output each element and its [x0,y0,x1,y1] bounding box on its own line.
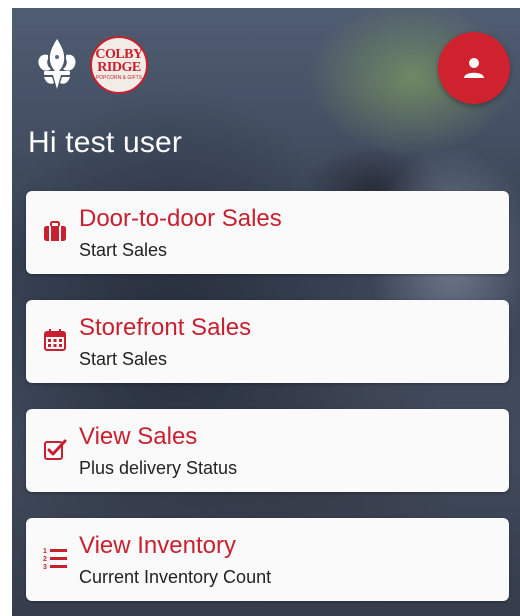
logo-text-line2: RIDGE [97,60,141,75]
calendar-icon [44,329,66,351]
app-screen: COLBY RIDGE POPCORN & GIFTS Hi test user… [12,8,520,616]
menu-card-title: Storefront Sales [79,314,252,341]
menu-card-title: View Inventory [79,532,236,559]
logo-tagline: POPCORN & GIFTS [95,75,143,81]
checkbox-icon [44,439,67,460]
menu-card-subtitle: Plus delivery Status [79,458,238,478]
menu-card-title: Door-to-door Sales [79,205,282,232]
menu-card-storefront-sales[interactable]: Storefront Sales Start Sales [26,300,509,383]
svg-text:1: 1 [43,548,47,555]
menu-card-door-to-door-sales[interactable]: Door-to-door Sales Start Sales [26,191,509,274]
user-icon [464,58,484,78]
briefcase-icon [44,221,66,241]
svg-text:2: 2 [43,556,47,563]
menu-card-view-sales[interactable]: View Sales Plus delivery Status [26,409,509,492]
scouts-fleur-de-lis-icon [38,39,76,89]
menu-card-subtitle: Start Sales [79,240,168,260]
menu-card-view-inventory[interactable]: 123 View Inventory Current Inventory Cou… [26,518,509,601]
menu-card-title: View Sales [79,423,198,450]
numbered-list-icon: 123 [43,548,67,571]
colby-ridge-logo: COLBY RIDGE POPCORN & GIFTS [90,36,148,94]
profile-button[interactable] [438,32,510,104]
greeting-text: Hi test user [28,126,183,159]
menu-card-subtitle: Current Inventory Count [79,567,272,587]
menu-card-subtitle: Start Sales [79,349,168,369]
header-logos: COLBY RIDGE POPCORN & GIFTS [34,36,148,94]
svg-text:3: 3 [43,564,47,571]
